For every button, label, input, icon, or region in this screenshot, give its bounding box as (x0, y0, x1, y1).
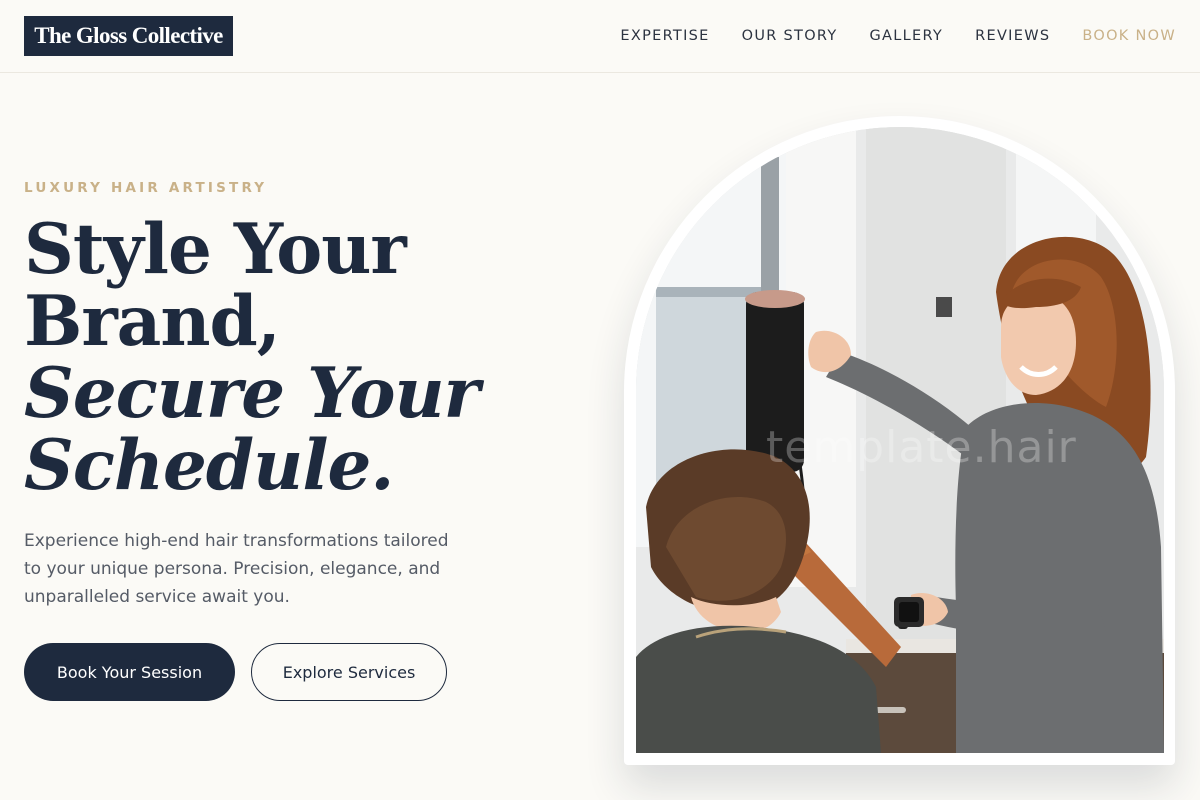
nav-our-story[interactable]: OUR STORY (742, 28, 838, 44)
nav-book-now[interactable]: BOOK NOW (1082, 28, 1176, 44)
hero-photo-stylist-blowdrying-client: template.hair (636, 127, 1164, 753)
logo[interactable]: The Gloss Collective (24, 16, 233, 56)
nav-expertise[interactable]: EXPERTISE (620, 28, 709, 44)
image-watermark: template.hair (766, 422, 1077, 473)
explore-services-button[interactable]: Explore Services (251, 643, 447, 701)
headline-line-2: Brand, (24, 281, 281, 362)
nav-reviews[interactable]: REVIEWS (975, 28, 1050, 44)
hero-description: Experience high-end hair transformations… (24, 531, 449, 607)
hero-image-frame: template.hair (624, 116, 1175, 765)
headline-line-4: Schedule. (24, 425, 394, 506)
headline-line-1: Style Your (24, 209, 407, 290)
main-nav: EXPERTISE OUR STORY GALLERY REVIEWS BOOK… (620, 24, 1176, 48)
hero-headline: Style Your Brand, Secure Your Schedule. (24, 214, 544, 502)
site-header: The Gloss Collective EXPERTISE OUR STORY… (0, 0, 1200, 73)
book-session-button[interactable]: Book Your Session (24, 643, 235, 701)
hero-eyebrow: LUXURY HAIR ARTISTRY (24, 180, 268, 196)
nav-gallery[interactable]: GALLERY (870, 28, 944, 44)
headline-line-3: Secure Your (24, 353, 480, 434)
